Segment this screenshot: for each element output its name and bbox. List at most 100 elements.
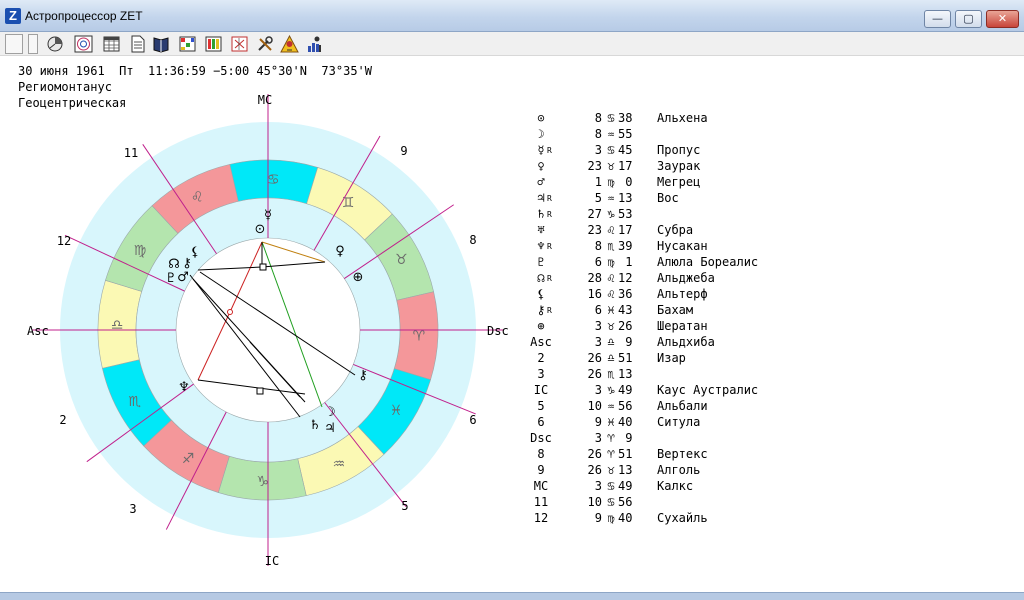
- planet-positions-list: ⊙ 8 ♋ 38 Альхена ☽ 8 ♒ 55 ☿ 3 ♋ 45 Пропус R ♀ 23 ♉ 17 Заура…: [520, 111, 820, 527]
- planet-minutes: 40: [618, 415, 633, 429]
- planet-symbol: ⚷: [536, 303, 546, 317]
- toolbar: [0, 32, 1024, 56]
- jupiter-icon: ♃: [324, 421, 336, 436]
- pluto-icon: ♇: [165, 271, 177, 286]
- planet-sign: ♑: [607, 207, 615, 221]
- palette-icon[interactable]: [204, 35, 223, 53]
- planet-sign: ♌: [607, 287, 615, 301]
- planet-degree: 3: [594, 383, 602, 397]
- close-button[interactable]: ✕: [986, 10, 1019, 28]
- minimize-button[interactable]: —: [924, 10, 951, 28]
- planet-sign: ♉: [607, 463, 615, 477]
- mars-icon: ♂: [177, 270, 189, 285]
- planet-degree: 8: [594, 111, 602, 125]
- fixed-star-name: Калкс: [657, 479, 694, 493]
- alert-icon[interactable]: [280, 35, 299, 53]
- planet-symbol: 6: [537, 415, 545, 429]
- aspect-table-icon[interactable]: [178, 35, 197, 53]
- planet-minutes: 39: [618, 239, 633, 253]
- planet-row: ⊙ 8 ♋ 38 Альхена: [520, 111, 820, 127]
- zodiac-sign-glyph: ♑: [256, 474, 269, 490]
- planet-row: ⚷ 6 ♓ 43 Бахам R: [520, 303, 820, 319]
- planet-symbol: 3: [537, 367, 545, 381]
- fixed-star-name: Альджеба: [657, 271, 715, 285]
- zodiac-sign-glyph: ♍: [134, 243, 147, 259]
- saturn-icon: ♄: [309, 418, 321, 433]
- retrograde-marker: R: [547, 306, 552, 315]
- house-number-label: 8: [469, 233, 476, 247]
- house-number-label: 11: [124, 146, 138, 160]
- planet-sign: ♓: [607, 303, 615, 317]
- interpretation-icon[interactable]: [152, 35, 171, 53]
- aspect-node-marker: [227, 309, 233, 315]
- planet-symbol: ☊: [537, 271, 545, 285]
- planet-sign: ♏: [607, 239, 615, 253]
- aspect-circle: [175, 237, 361, 423]
- toolbar-blank-button[interactable]: [5, 34, 23, 54]
- planet-minutes: 36: [618, 287, 633, 301]
- planet-row: ♂ 1 ♍ 0 Мегрец: [520, 175, 820, 191]
- moon-icon: ☽: [324, 405, 336, 420]
- table-grid-icon[interactable]: [102, 35, 121, 53]
- planet-minutes: 51: [618, 351, 633, 365]
- retrograde-marker: R: [547, 274, 552, 283]
- planet-symbol: Asc: [530, 335, 552, 349]
- planet-degree: 10: [587, 399, 602, 413]
- planet-row: ♄ 27 ♑ 53 R: [520, 207, 820, 223]
- fixed-star-name: Изар: [657, 351, 686, 365]
- planet-sign: ♋: [607, 479, 615, 493]
- natal-chart-wheel[interactable]: ♋♊♉♈♓♒♑♐♏♎♍♌MCICAsc Dsc23 56891112⊙☿♀⊕⚸⚷☊♂…: [0, 57, 520, 600]
- planet-symbol: ♇: [537, 255, 545, 269]
- planet-sign: ♈: [607, 447, 615, 461]
- zodiac-sign-glyph: ♐: [182, 451, 195, 467]
- planet-sign: ♒: [607, 399, 615, 413]
- fixed-star-name: Каус Аустралис: [657, 383, 759, 397]
- planet-sign: ♌: [607, 223, 615, 237]
- planet-sign: ♍: [607, 511, 615, 525]
- planet-sign: ♍: [607, 255, 615, 269]
- planet-row: ☊ 28 ♌ 12 Альджеба R: [520, 271, 820, 287]
- planet-symbol: ☿: [537, 143, 545, 157]
- planet-degree: 10: [587, 495, 602, 509]
- retrograde-marker: R: [547, 242, 552, 251]
- planet-symbol: ☽: [537, 127, 545, 141]
- planet-sign: ♈: [607, 431, 615, 445]
- fixed-star-name: Алюла Бореалис: [657, 255, 759, 269]
- dsc-label: Dsc: [487, 324, 509, 338]
- planet-symbol: 8: [537, 447, 545, 461]
- maximize-button[interactable]: ▢: [955, 10, 982, 28]
- planet-row: ♆ 8 ♏ 39 Нусакан R: [520, 239, 820, 255]
- planet-symbol: 5: [537, 399, 545, 413]
- fixed-star-name: Заурак: [657, 159, 701, 173]
- document-icon[interactable]: [128, 35, 147, 53]
- zodiac-sign-glyph: ♊: [342, 195, 355, 211]
- neptune-icon: ♆: [178, 380, 190, 395]
- planet-row: ⚸ 16 ♌ 36 Альтерф: [520, 287, 820, 303]
- planet-minutes: 26: [618, 319, 633, 333]
- aspect-square-marker: [259, 263, 267, 271]
- planet-minutes: 17: [618, 159, 633, 173]
- planet-minutes: 13: [618, 191, 633, 205]
- zodiac-sign-glyph: ♈: [413, 328, 426, 344]
- new-chart-icon[interactable]: [46, 35, 65, 53]
- planet-degree: 1: [594, 175, 602, 189]
- chiron-icon: ⚷: [358, 368, 368, 383]
- statistics-icon[interactable]: [305, 35, 324, 53]
- planet-degree: 26: [587, 367, 602, 381]
- zodiac-sign-glyph: ♏: [128, 394, 141, 410]
- planet-minutes: 1: [618, 255, 633, 269]
- settings-icon[interactable]: [256, 35, 275, 53]
- planet-row: ♅ 23 ♌ 17 Субра: [520, 223, 820, 239]
- house-number-label: 12: [57, 234, 71, 248]
- zodiac-sign-glyph: ♌: [191, 190, 204, 206]
- planet-row: MC 3 ♋ 49 Калкс: [520, 479, 820, 495]
- fixed-star-name: Альбали: [657, 399, 708, 413]
- planet-sign: ♋: [607, 495, 615, 509]
- horoscope-icon[interactable]: [74, 35, 93, 53]
- venus-icon: ♀: [335, 244, 345, 259]
- transits-icon[interactable]: [230, 35, 249, 53]
- planet-degree: 8: [594, 239, 602, 253]
- app-logo-icon[interactable]: Z: [5, 8, 21, 24]
- planet-row: IC 3 ♑ 49 Каус Аустралис: [520, 383, 820, 399]
- fixed-star-name: Мегрец: [657, 175, 701, 189]
